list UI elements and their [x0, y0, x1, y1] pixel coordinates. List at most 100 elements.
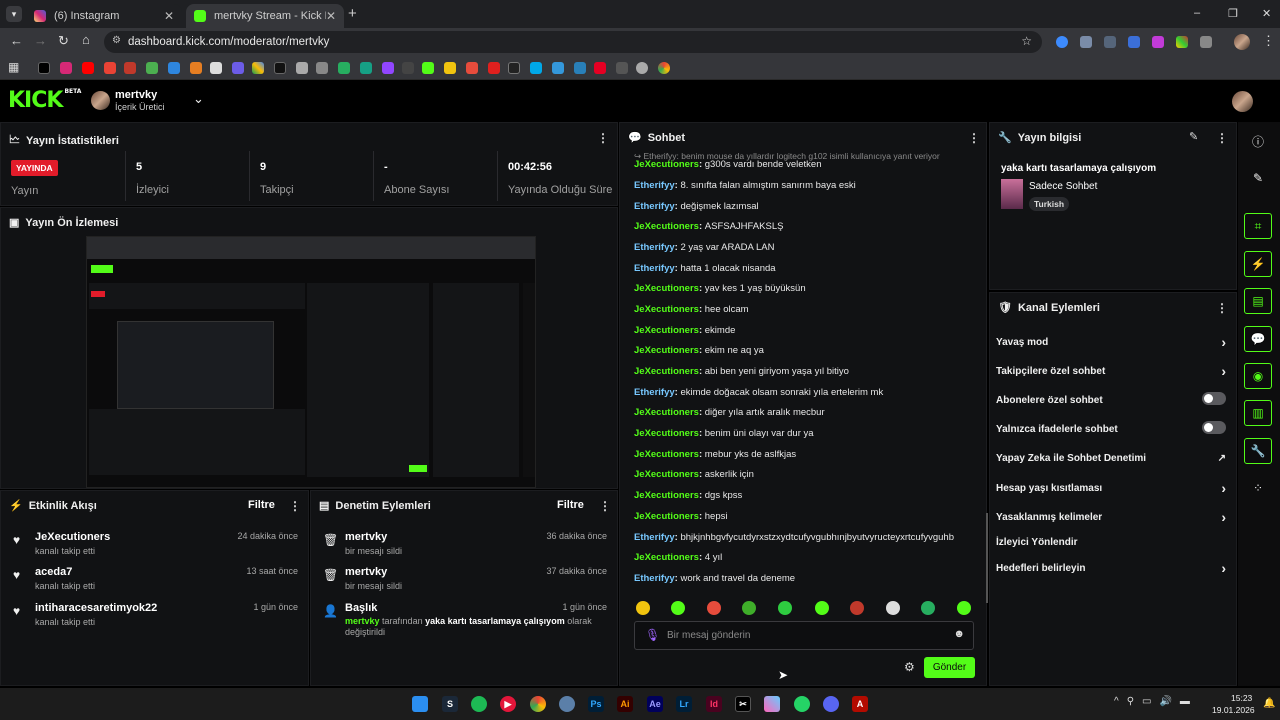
chat-message[interactable]: JeXecutioners: benim üni olayı var dur y…: [634, 428, 814, 439]
chat-message[interactable]: Etherifyy: 2 yaş var ARADA LAN: [634, 242, 774, 253]
toggle-switch[interactable]: [1202, 421, 1226, 434]
tab-instagram[interactable]: (6) Instagram ✕: [26, 4, 182, 28]
edit-icon[interactable]: ✎: [1189, 130, 1198, 143]
windows-start-icon[interactable]: [412, 696, 428, 712]
edit-pencil-icon[interactable]: ✎: [1244, 165, 1272, 191]
steam-icon[interactable]: S: [442, 696, 458, 712]
extension-icon[interactable]: [1056, 36, 1068, 48]
chat-username[interactable]: JeXecutioners: [634, 407, 699, 418]
stream-preview-video[interactable]: [86, 236, 536, 488]
chat-message[interactable]: Etherifyy: bhjkjnhbgvfycutdyrxstzxydtcuf…: [634, 532, 954, 543]
bookmark-star-icon[interactable]: ☆: [1021, 34, 1032, 48]
chevron-right-icon[interactable]: ›: [1221, 480, 1226, 496]
chat-username[interactable]: Etherifyy: [634, 201, 675, 212]
bookmark-icon[interactable]: [274, 62, 286, 74]
bookmark-icon[interactable]: [616, 62, 628, 74]
bookmark-icon[interactable]: [124, 62, 136, 74]
chevron-right-icon[interactable]: ›: [1221, 363, 1226, 379]
capcut-icon[interactable]: ✂: [735, 696, 751, 712]
external-link-icon[interactable]: ↗: [1218, 453, 1226, 464]
bookmark-icon[interactable]: [552, 62, 564, 74]
chat-message[interactable]: Etherifyy: değişmek lazımsal: [634, 201, 759, 212]
profile-avatar[interactable]: [1234, 34, 1250, 50]
home-icon[interactable]: ⌂: [82, 32, 90, 47]
x-bookmark-icon[interactable]: [38, 62, 50, 74]
send-button[interactable]: Gönder: [924, 657, 975, 678]
chat-username[interactable]: JeXecutioners: [634, 159, 699, 170]
new-tab-button[interactable]: +: [348, 5, 357, 22]
chat-username[interactable]: JeXecutioners: [634, 304, 699, 315]
channel-action-item[interactable]: İzleyici Yönlendir: [996, 537, 1226, 548]
chevron-right-icon[interactable]: ›: [1221, 560, 1226, 576]
chat-message[interactable]: JeXecutioners: yav kes 1 yaş büyüksün: [634, 283, 806, 294]
chat-settings-icon[interactable]: ⚙: [904, 660, 915, 674]
emote-icon[interactable]: [815, 601, 829, 615]
chat-username[interactable]: JeXecutioners: [634, 283, 699, 294]
emote-icon[interactable]: [707, 601, 721, 615]
chat-username[interactable]: JeXecutioners: [634, 469, 699, 480]
close-icon[interactable]: ✕: [164, 9, 174, 23]
chevron-right-icon[interactable]: ›: [1221, 509, 1226, 525]
document-icon[interactable]: ▤: [1244, 288, 1272, 314]
drive-bookmark-icon[interactable]: [252, 62, 264, 74]
extension-icon[interactable]: [1104, 36, 1116, 48]
media-player-icon[interactable]: ▶: [500, 696, 516, 712]
photoshop-icon[interactable]: Ps: [588, 696, 604, 712]
chat-input[interactable]: 🎙 Bir mesaj gönderin ☻: [634, 621, 974, 650]
extension-icon[interactable]: [1128, 36, 1140, 48]
bookmark-icon[interactable]: [168, 62, 180, 74]
chat-username[interactable]: JeXecutioners: [634, 552, 699, 563]
extension-icon[interactable]: [1176, 36, 1188, 48]
back-icon[interactable]: ←: [10, 33, 23, 48]
chat-message[interactable]: JeXecutioners: ekim ne aq ya: [634, 345, 764, 356]
chat-username[interactable]: JeXecutioners: [634, 511, 699, 522]
storage-icon[interactable]: ▥: [1244, 400, 1272, 426]
youtube-bookmark-icon[interactable]: [82, 62, 94, 74]
channel-action-item[interactable]: Hesap yaşı kısıtlaması ›: [996, 480, 1226, 496]
discord-icon[interactable]: [823, 696, 839, 712]
pinterest-bookmark-icon[interactable]: [594, 62, 606, 74]
camera-crop-icon[interactable]: ⌗: [1244, 213, 1272, 239]
emote-icon[interactable]: [957, 601, 971, 615]
more-options-icon[interactable]: ⋮: [599, 499, 611, 513]
chat-username[interactable]: JeXecutioners: [634, 345, 699, 356]
chat-message[interactable]: JeXecutioners: abi ben yeni giriyom yaşa…: [634, 366, 849, 377]
filter-button[interactable]: Filtre: [557, 499, 584, 511]
chat-username[interactable]: Etherifyy: [634, 180, 675, 191]
chat-username[interactable]: Etherifyy: [634, 242, 675, 253]
more-options-icon[interactable]: ⋮: [1216, 131, 1228, 145]
chat-username[interactable]: JeXecutioners: [634, 325, 699, 336]
lightning-icon[interactable]: ⚡: [1244, 251, 1272, 277]
chat-message[interactable]: JeXecutioners: g300s vardı bende veletke…: [634, 159, 822, 170]
chat-message[interactable]: Etherifyy: hatta 1 olacak nisanda: [634, 263, 776, 274]
chat-message[interactable]: JeXecutioners: dgs kpss: [634, 490, 742, 501]
more-options-icon[interactable]: ⋮: [1216, 301, 1228, 315]
restore-button[interactable]: ❐: [1228, 7, 1238, 20]
emote-icon[interactable]: [636, 601, 650, 615]
after-effects-icon[interactable]: Ae: [647, 696, 663, 712]
extensions-puzzle-icon[interactable]: [1200, 36, 1212, 48]
more-options-icon[interactable]: ⋮: [597, 131, 609, 145]
chat-message[interactable]: JeXecutioners: ASFSAJHFAKSLŞ: [634, 221, 783, 232]
channel-action-item[interactable]: Yavaş mod ›: [996, 334, 1226, 350]
emoji-icon[interactable]: ☻: [953, 628, 965, 640]
close-window-button[interactable]: ✕: [1262, 7, 1271, 20]
channel-action-item[interactable]: Hedefleri belirleyin ›: [996, 560, 1226, 576]
clock-time[interactable]: 15:23: [1231, 693, 1252, 703]
chat-message[interactable]: JeXecutioners: hee olcam: [634, 304, 749, 315]
channel-action-item[interactable]: Takipçilere özel sohbet ›: [996, 363, 1226, 379]
channel-action-item[interactable]: Yapay Zeka ile Sohbet Denetimi ↗: [996, 453, 1226, 464]
chat-message[interactable]: JeXecutioners: 4 yıl: [634, 552, 722, 563]
bookmark-icon[interactable]: [636, 62, 648, 74]
channel-action-item[interactable]: Yalnızca ifadelerle sohbet: [996, 421, 1226, 435]
bookmark-icon[interactable]: [530, 62, 542, 74]
emote-icon[interactable]: [850, 601, 864, 615]
system-tray[interactable]: ^⚲▭🔊▬: [1114, 696, 1198, 707]
menu-icon[interactable]: ⋮: [1262, 33, 1275, 49]
bookmark-icon[interactable]: [402, 62, 414, 74]
toggle-switch[interactable]: [1202, 392, 1226, 405]
chat-message[interactable]: JeXecutioners: diğer yıla artık aralık m…: [634, 407, 825, 418]
indesign-icon[interactable]: Id: [706, 696, 722, 712]
site-info-icon[interactable]: ⚙: [112, 35, 121, 46]
bookmark-icon[interactable]: [574, 62, 586, 74]
